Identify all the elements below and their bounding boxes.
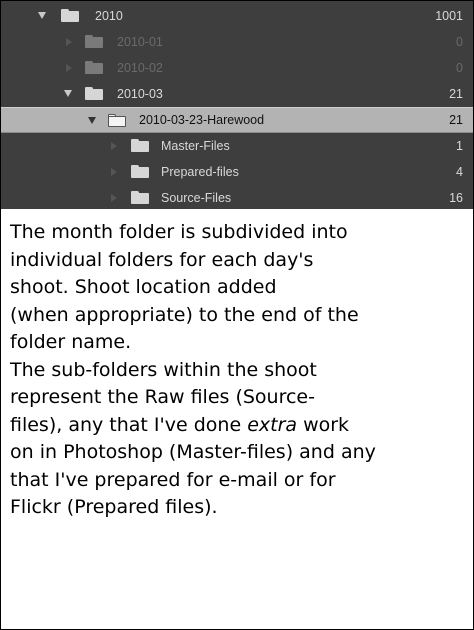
- folder-label: 2010-03: [117, 87, 163, 101]
- folder-row-2010[interactable]: 2010 1001: [1, 3, 473, 29]
- folder-count: 21: [449, 113, 463, 127]
- folder-icon: [85, 87, 103, 100]
- folder-count: 4: [456, 165, 463, 179]
- folder-label: Master-Files: [161, 139, 230, 153]
- folder-label: Prepared-files: [161, 165, 239, 179]
- triangle-right-icon[interactable]: [111, 194, 117, 202]
- folder-row-source-files[interactable]: Source-Files 16: [1, 185, 473, 211]
- folder-count: 1001: [435, 9, 463, 23]
- folder-count: 0: [456, 35, 463, 49]
- folder-count: 21: [449, 87, 463, 101]
- folder-row-2010-02[interactable]: 2010-02 0: [1, 55, 473, 81]
- caption-line: (when appropriate) to the end of the: [10, 303, 359, 326]
- folder-label: 2010: [95, 9, 123, 23]
- folder-label: 2010-01: [117, 35, 163, 49]
- caption-line: The month folder is subdivided into: [10, 221, 348, 243]
- caption-line: that I've prepared for e-mail or for: [10, 468, 336, 491]
- folder-open-icon: [108, 114, 126, 127]
- caption-line: folder name.: [10, 331, 132, 353]
- folder-icon: [131, 139, 149, 152]
- triangle-right-icon[interactable]: [111, 142, 117, 150]
- folder-icon: [85, 61, 103, 74]
- folder-icon: [85, 35, 103, 48]
- folder-row-2010-01[interactable]: 2010-01 0: [1, 29, 473, 55]
- triangle-right-icon[interactable]: [111, 168, 117, 176]
- caption-line: on in Photoshop (Master-files) and any: [10, 441, 376, 463]
- caption-text: The month folder is subdivided into indi…: [10, 219, 472, 522]
- caption-emphasis: extra: [247, 413, 298, 436]
- caption-line: represent the Raw files (Source-: [10, 386, 315, 408]
- caption-line: The sub-folders within the shoot: [10, 358, 317, 381]
- folder-label: 2010-02: [117, 61, 163, 75]
- folder-row-master-files[interactable]: Master-Files 1: [1, 133, 473, 159]
- folder-label: Source-Files: [161, 191, 232, 205]
- folder-row-prepared-files[interactable]: Prepared-files 4: [1, 159, 473, 185]
- folder-count: 1: [456, 139, 463, 153]
- folder-label: 2010-03-23-Harewood: [139, 113, 265, 127]
- folder-count: 16: [449, 191, 463, 205]
- triangle-down-icon[interactable]: [64, 90, 72, 97]
- caption-fragment: files), any that I've done: [10, 413, 248, 436]
- caption-line: Flickr (Prepared files).: [10, 496, 218, 518]
- folder-icon: [61, 9, 79, 22]
- triangle-right-icon[interactable]: [66, 38, 72, 46]
- caption-line: shoot. Shoot location added: [10, 276, 277, 298]
- caption-fragment: work: [297, 413, 350, 436]
- folder-icon: [131, 191, 149, 204]
- folder-count: 0: [456, 61, 463, 75]
- folder-icon: [131, 165, 149, 178]
- screenshot-frame: 2010 1001 2010-01 0 2010-02 0 2010-03 21…: [0, 0, 474, 630]
- triangle-down-icon[interactable]: [88, 117, 96, 124]
- triangle-right-icon[interactable]: [66, 64, 72, 72]
- caption-line: files), any that I've done extra work: [10, 412, 472, 440]
- caption-line: individual folders for each day's: [10, 248, 314, 271]
- folder-row-2010-03[interactable]: 2010-03 21: [1, 81, 473, 107]
- folder-row-2010-03-23-harewood[interactable]: 2010-03-23-Harewood 21: [1, 107, 473, 133]
- triangle-down-icon[interactable]: [38, 12, 46, 19]
- folder-tree-panel: 2010 1001 2010-01 0 2010-02 0 2010-03 21…: [1, 1, 473, 209]
